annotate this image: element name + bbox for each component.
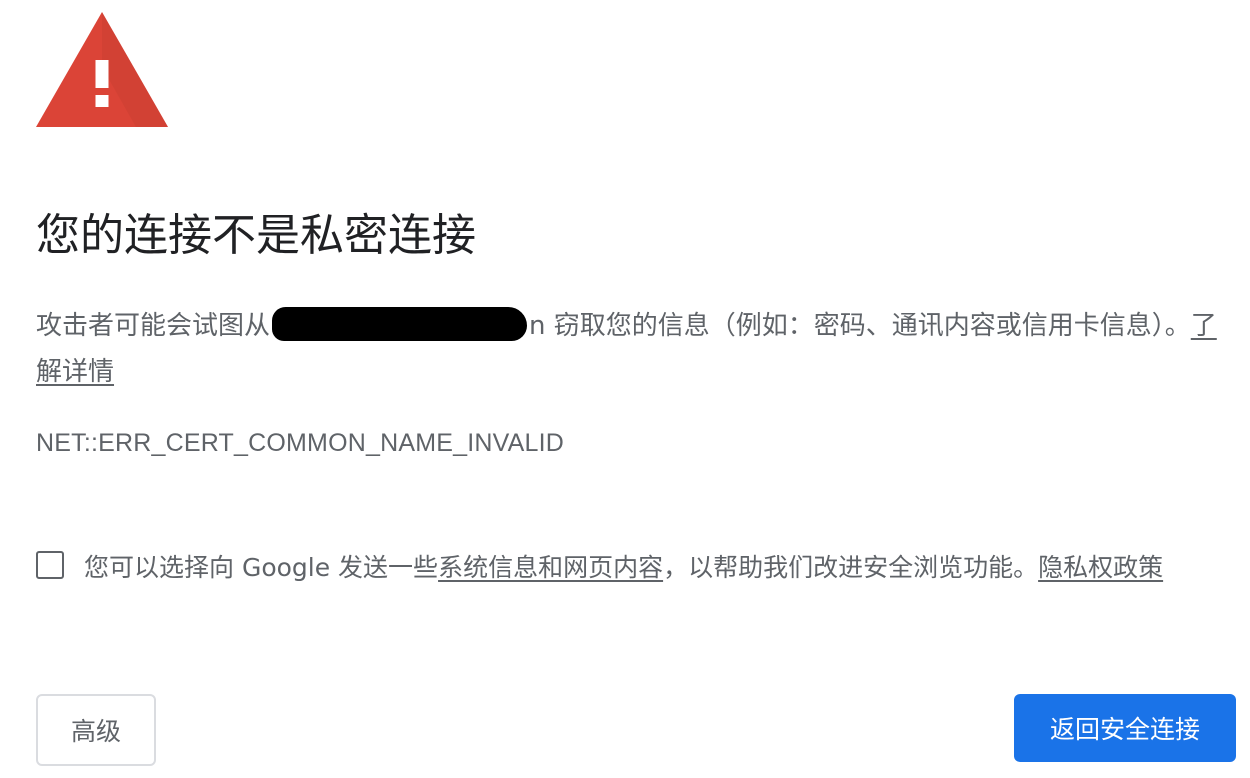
opt-in-prefix: 您可以选择向 Google 发送一些 [84, 553, 439, 582]
page-title: 您的连接不是私密连接 [36, 210, 476, 261]
opt-in-middle: ，以帮助我们改进安全浏览功能。 [663, 553, 1039, 582]
warning-triangle-icon [36, 12, 168, 127]
privacy-policy-link[interactable]: 隐私权政策 [1038, 553, 1163, 582]
description-domain-suffix: n [529, 311, 546, 341]
advanced-button[interactable]: 高级 [36, 694, 156, 766]
opt-in-text: 您可以选择向 Google 发送一些系统信息和网页内容，以帮助我们改进安全浏览功… [84, 549, 1163, 587]
description-suffix: 窃取您的信息（例如：密码、通讯内容或信用卡信息）。 [545, 311, 1191, 341]
opt-in-checkbox[interactable] [36, 551, 64, 579]
safe-browsing-opt-in: 您可以选择向 Google 发送一些系统信息和网页内容，以帮助我们改进安全浏览功… [36, 549, 1241, 589]
system-info-link[interactable]: 系统信息和网页内容 [438, 553, 663, 582]
error-code: NET::ERR_CERT_COMMON_NAME_INVALID [36, 429, 564, 457]
redacted-domain [272, 307, 528, 341]
back-to-safety-button[interactable]: 返回安全连接 [1014, 694, 1236, 762]
description-prefix: 攻击者可能会试图从 [36, 311, 271, 341]
error-description: 攻击者可能会试图从 n 窃取您的信息（例如：密码、通讯内容或信用卡信息）。了解详情 [36, 303, 1241, 395]
